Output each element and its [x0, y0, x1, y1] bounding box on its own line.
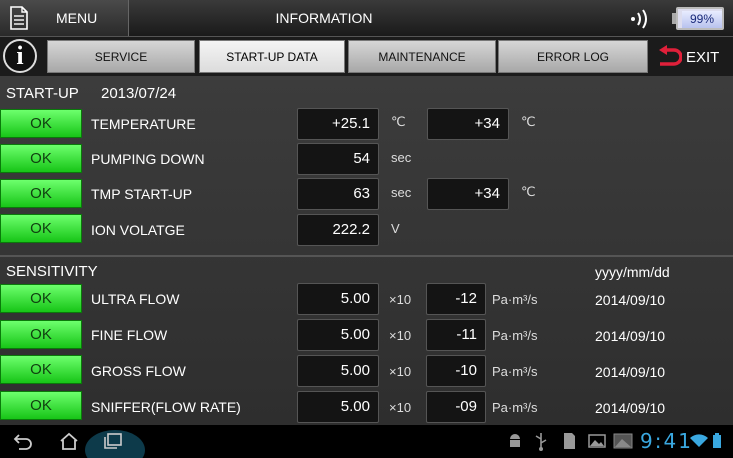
- document-icon: [10, 6, 28, 30]
- times-ten-label: ×10: [389, 400, 412, 415]
- tab-service[interactable]: SERVICE: [47, 40, 195, 73]
- unit-label: Pa·m³/s: [492, 292, 538, 307]
- unit-label: Pa·m³/s: [492, 400, 538, 415]
- value-field: +34: [427, 108, 509, 140]
- status-ok-indicator: OK: [0, 144, 82, 173]
- sd-card-icon: [564, 433, 575, 449]
- wifi-icon: [690, 434, 708, 447]
- row-label: GROSS FLOW: [91, 363, 186, 379]
- exit-label: EXIT: [686, 49, 720, 66]
- mantissa-field: 5.00: [297, 355, 379, 387]
- startup-date: 2013/07/24: [101, 85, 177, 102]
- section-divider: [0, 255, 733, 257]
- exponent-field: -11: [426, 319, 486, 351]
- status-ok-indicator: OK: [0, 320, 82, 349]
- value-field: 63: [297, 178, 379, 210]
- sound-icon[interactable]: [628, 8, 652, 30]
- value-field: +34: [427, 178, 509, 210]
- top-bar: MENU INFORMATION 99%: [0, 0, 733, 37]
- times-ten-label: ×10: [389, 328, 412, 343]
- mantissa-field: 5.00: [297, 319, 379, 351]
- row-label: TEMPERATURE: [91, 116, 196, 132]
- main-panel: START-UP 2013/07/24 OK TEMPERATURE +25.1…: [0, 76, 733, 425]
- menu-label: MENU: [56, 10, 98, 26]
- exponent-field: -12: [426, 283, 486, 315]
- tab-error-log[interactable]: ERROR LOG: [498, 40, 648, 73]
- status-ok-indicator: OK: [0, 179, 82, 208]
- calibration-date: 2014/09/10: [595, 328, 666, 344]
- calibration-date: 2014/09/10: [595, 400, 666, 416]
- clock: 9:41: [640, 429, 693, 453]
- unit-label: sec: [391, 150, 412, 165]
- return-arrow-icon: [659, 45, 682, 66]
- times-ten-label: ×10: [389, 292, 412, 307]
- usb-icon: [535, 433, 547, 451]
- status-ok-indicator: OK: [0, 284, 82, 313]
- menu-button[interactable]: MENU: [0, 0, 129, 36]
- page-title: INFORMATION: [275, 10, 373, 26]
- battery-indicator: 99%: [672, 7, 724, 30]
- status-ok-indicator: OK: [0, 391, 82, 420]
- mantissa-field: 5.00: [297, 391, 379, 423]
- unit-label: ℃: [521, 184, 536, 199]
- back-icon[interactable]: [12, 430, 34, 452]
- unit-label: V: [391, 221, 400, 236]
- row-label: ION VOLATGE: [91, 222, 185, 238]
- row-label: TMP START-UP: [91, 186, 193, 202]
- exponent-field: -09: [426, 391, 486, 423]
- tab-bar: i SERVICE START-UP DATA MAINTENANCE ERRO…: [0, 37, 733, 76]
- system-nav-bar: 9:41: [0, 425, 733, 458]
- sensitivity-title: SENSITIVITY: [6, 263, 98, 280]
- tab-maintenance[interactable]: MAINTENANCE: [348, 40, 496, 73]
- row-label: SNIFFER(FLOW RATE): [91, 399, 241, 415]
- unit-label: Pa·m³/s: [492, 364, 538, 379]
- exponent-field: -10: [426, 355, 486, 387]
- unit-label: Pa·m³/s: [492, 328, 538, 343]
- row-label: FINE FLOW: [91, 327, 168, 343]
- startup-title: START-UP: [6, 85, 79, 102]
- value-field: 222.2: [297, 214, 379, 246]
- unit-label: sec: [391, 185, 412, 200]
- info-icon[interactable]: i: [3, 39, 37, 73]
- mantissa-field: 5.00: [297, 283, 379, 315]
- times-ten-label: ×10: [389, 364, 412, 379]
- value-field: +25.1: [297, 108, 379, 140]
- status-ok-indicator: OK: [0, 214, 82, 243]
- android-debug-icon: [510, 434, 520, 447]
- status-ok-indicator: OK: [0, 109, 82, 138]
- calibration-date: 2014/09/10: [595, 364, 666, 380]
- screenshot-icon: [613, 433, 633, 449]
- battery-percent: 99%: [689, 12, 715, 26]
- row-label: ULTRA FLOW: [91, 291, 180, 307]
- value-field: 54: [297, 143, 379, 175]
- unit-label: ℃: [521, 114, 536, 129]
- image-icon: [588, 434, 606, 448]
- status-ok-indicator: OK: [0, 355, 82, 384]
- row-label: PUMPING DOWN: [91, 151, 205, 167]
- battery-icon: [713, 433, 721, 448]
- home-icon[interactable]: [58, 430, 80, 452]
- calibration-date: 2014/09/10: [595, 292, 666, 308]
- unit-label: ℃: [391, 114, 406, 129]
- recent-apps-icon[interactable]: [84, 422, 146, 458]
- date-format-label: yyyy/mm/dd: [595, 264, 670, 280]
- exit-button[interactable]: EXIT: [652, 43, 730, 71]
- tab-start-up-data[interactable]: START-UP DATA: [199, 40, 345, 73]
